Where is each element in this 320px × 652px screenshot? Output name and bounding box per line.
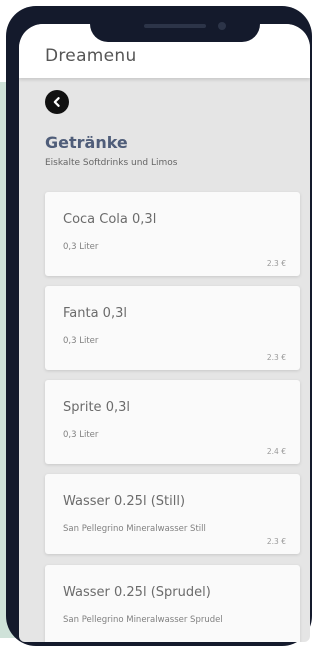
category-subtitle: Eiskalte Softdrinks und Limos — [45, 158, 178, 168]
menu-item-name: Coca Cola 0,3l — [63, 212, 157, 227]
speaker-grille — [144, 24, 206, 28]
menu-item-card[interactable]: Coca Cola 0,3l 0,3 Liter 2.3 € — [45, 192, 300, 276]
menu-item-card[interactable]: Wasser 0.25l (Still) San Pellegrino Mine… — [45, 474, 300, 554]
menu-item-name: Fanta 0,3l — [63, 306, 127, 321]
menu-item-card[interactable]: Fanta 0,3l 0,3 Liter 2.3 € — [45, 286, 300, 370]
back-arrow-icon — [51, 93, 63, 112]
menu-item-card[interactable]: Wasser 0.25l (Sprudel) San Pellegrino Mi… — [45, 565, 300, 642]
app-title: Dreamenu — [45, 46, 137, 66]
camera-dot — [218, 22, 226, 30]
menu-item-description: 0,3 Liter — [63, 430, 99, 440]
menu-item-description: 0,3 Liter — [63, 242, 99, 252]
menu-item-description: 0,3 Liter — [63, 336, 99, 346]
menu-item-name: Wasser 0.25l (Still) — [63, 494, 186, 509]
menu-item-card[interactable]: Sprite 0,3l 0,3 Liter 2.4 € — [45, 380, 300, 464]
menu-item-price: 2.3 € — [266, 537, 286, 546]
back-button[interactable] — [45, 90, 69, 114]
menu-item-description: San Pellegrino Mineralwasser Sprudel — [63, 615, 223, 625]
menu-item-price: 2.4 € — [266, 447, 286, 456]
phone-frame: Dreamenu Getränke Eiskalte Softdrinks un… — [6, 6, 312, 646]
category-title: Getränke — [45, 133, 128, 152]
phone-screen: Dreamenu Getränke Eiskalte Softdrinks un… — [19, 24, 310, 642]
menu-item-price: 2.3 € — [266, 259, 286, 268]
menu-item-name: Sprite 0,3l — [63, 400, 130, 415]
menu-item-description: San Pellegrino Mineralwasser Still — [63, 524, 206, 534]
menu-item-price: 2.3 € — [266, 353, 286, 362]
menu-item-name: Wasser 0.25l (Sprudel) — [63, 585, 211, 600]
